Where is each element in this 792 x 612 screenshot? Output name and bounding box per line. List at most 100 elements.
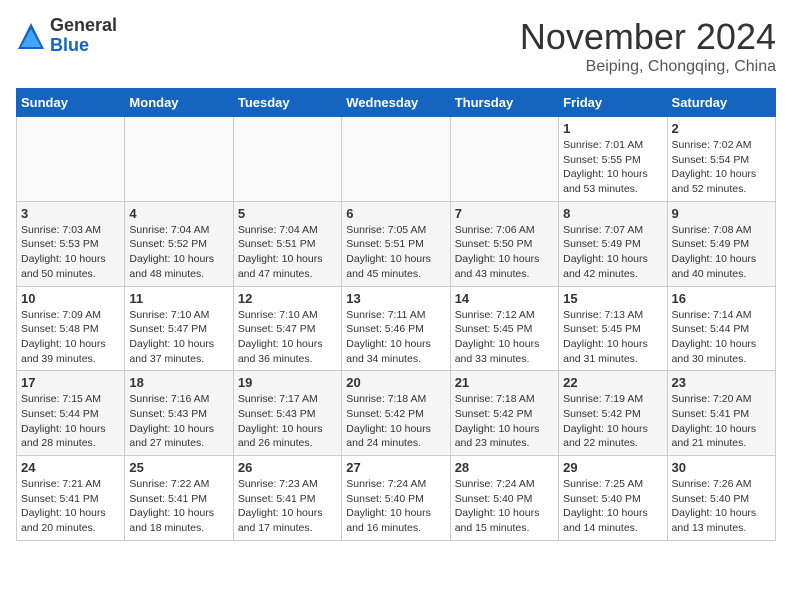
day-info: Sunrise: 7:13 AM bbox=[563, 308, 662, 323]
day-number: 26 bbox=[238, 460, 337, 475]
calendar-cell: 8Sunrise: 7:07 AMSunset: 5:49 PMDaylight… bbox=[559, 201, 667, 286]
calendar-cell: 18Sunrise: 7:16 AMSunset: 5:43 PMDayligh… bbox=[125, 371, 233, 456]
page-header: General Blue November 2024 Beiping, Chon… bbox=[16, 16, 776, 76]
location-text: Beiping, Chongqing, China bbox=[520, 58, 776, 76]
day-info: Sunrise: 7:06 AM bbox=[455, 223, 554, 238]
day-info: Sunrise: 7:01 AM bbox=[563, 138, 662, 153]
day-info: Sunrise: 7:08 AM bbox=[672, 223, 771, 238]
day-info: Sunrise: 7:03 AM bbox=[21, 223, 120, 238]
calendar-cell: 11Sunrise: 7:10 AMSunset: 5:47 PMDayligh… bbox=[125, 286, 233, 371]
day-info: Sunrise: 7:12 AM bbox=[455, 308, 554, 323]
calendar-cell: 28 Sunrise: 7:24 AMSunset: 5:40 PMDayligh… bbox=[450, 456, 558, 541]
day-number: 4 bbox=[129, 206, 228, 221]
day-number: 5 bbox=[238, 206, 337, 221]
weekday-header: Monday bbox=[125, 89, 233, 117]
calendar-cell: 29Sunrise: 7:25 AMSunset: 5:40 PMDayligh… bbox=[559, 456, 667, 541]
day-info: Sunrise: 7:11 AM bbox=[346, 308, 445, 323]
day-number: 28 bbox=[455, 460, 554, 475]
calendar-cell: 15Sunrise: 7:13 AMSunset: 5:45 PMDayligh… bbox=[559, 286, 667, 371]
day-info: Sunset: 5:41 PM bbox=[129, 492, 228, 507]
day-info: Daylight: 10 hours and 31 minutes. bbox=[563, 337, 662, 366]
title-block: November 2024 Beiping, Chongqing, China bbox=[520, 16, 776, 76]
day-info: Daylight: 10 hours and 33 minutes. bbox=[455, 337, 554, 366]
calendar-cell: 5Sunrise: 7:04 AMSunset: 5:51 PMDaylight… bbox=[233, 201, 341, 286]
day-info: Sunset: 5:52 PM bbox=[129, 237, 228, 252]
day-number: 27 bbox=[346, 460, 445, 475]
day-info: Sunset: 5:53 PM bbox=[21, 237, 120, 252]
calendar-cell: 17Sunrise: 7:15 AMSunset: 5:44 PMDayligh… bbox=[17, 371, 125, 456]
day-info: Sunrise: 7:22 AM bbox=[129, 477, 228, 492]
day-info: Sunrise: 7:23 AM bbox=[238, 477, 337, 492]
day-info: Daylight: 10 hours and 15 minutes. bbox=[455, 506, 554, 535]
calendar-cell: 22Sunrise: 7:19 AMSunset: 5:42 PMDayligh… bbox=[559, 371, 667, 456]
calendar-cell: 21Sunrise: 7:18 AMSunset: 5:42 PMDayligh… bbox=[450, 371, 558, 456]
day-info: Sunrise: 7:04 AM bbox=[129, 223, 228, 238]
day-number: 14 bbox=[455, 291, 554, 306]
day-number: 24 bbox=[21, 460, 120, 475]
day-info: Sunrise: 7:24 AM bbox=[346, 477, 445, 492]
day-number: 10 bbox=[21, 291, 120, 306]
day-info: Sunset: 5:40 PM bbox=[672, 492, 771, 507]
calendar-cell: 3 Sunrise: 7:03 AMSunset: 5:53 PMDaylight… bbox=[17, 201, 125, 286]
day-info: Sunset: 5:55 PM bbox=[563, 153, 662, 168]
day-info: Daylight: 10 hours and 22 minutes. bbox=[563, 422, 662, 451]
day-info: Daylight: 10 hours and 26 minutes. bbox=[238, 422, 337, 451]
day-info: Daylight: 10 hours and 47 minutes. bbox=[238, 252, 337, 281]
calendar-cell: 20Sunrise: 7:18 AMSunset: 5:42 PMDayligh… bbox=[342, 371, 450, 456]
day-info: Daylight: 10 hours and 52 minutes. bbox=[672, 167, 771, 196]
day-info: Sunset: 5:48 PM bbox=[21, 322, 120, 337]
day-info: Sunrise: 7:09 AM bbox=[21, 308, 120, 323]
day-info: Sunset: 5:44 PM bbox=[672, 322, 771, 337]
day-info: Sunrise: 7:24 AM bbox=[455, 477, 554, 492]
day-info: Sunset: 5:45 PM bbox=[563, 322, 662, 337]
day-info: Sunrise: 7:07 AM bbox=[563, 223, 662, 238]
day-info: Sunrise: 7:02 AM bbox=[672, 138, 771, 153]
day-info: Sunset: 5:47 PM bbox=[129, 322, 228, 337]
day-info: Sunset: 5:54 PM bbox=[672, 153, 771, 168]
calendar-cell: 9Sunrise: 7:08 AMSunset: 5:49 PMDaylight… bbox=[667, 201, 775, 286]
day-info: Sunrise: 7:05 AM bbox=[346, 223, 445, 238]
day-number: 13 bbox=[346, 291, 445, 306]
day-info: Sunrise: 7:14 AM bbox=[672, 308, 771, 323]
calendar-cell: 23Sunrise: 7:20 AMSunset: 5:41 PMDayligh… bbox=[667, 371, 775, 456]
day-info: Daylight: 10 hours and 53 minutes. bbox=[563, 167, 662, 196]
day-number: 3 bbox=[21, 206, 120, 221]
logo-general-text: General bbox=[50, 16, 117, 36]
day-info: Daylight: 10 hours and 18 minutes. bbox=[129, 506, 228, 535]
day-number: 16 bbox=[672, 291, 771, 306]
day-info: Daylight: 10 hours and 13 minutes. bbox=[672, 506, 771, 535]
day-number: 19 bbox=[238, 375, 337, 390]
day-info: Sunset: 5:41 PM bbox=[672, 407, 771, 422]
day-info: Sunrise: 7:10 AM bbox=[238, 308, 337, 323]
day-info: Daylight: 10 hours and 23 minutes. bbox=[455, 422, 554, 451]
calendar-cell bbox=[17, 117, 125, 202]
calendar-cell bbox=[125, 117, 233, 202]
calendar-cell: 10Sunrise: 7:09 AMSunset: 5:48 PMDayligh… bbox=[17, 286, 125, 371]
day-info: Sunrise: 7:10 AM bbox=[129, 308, 228, 323]
day-info: Sunset: 5:50 PM bbox=[455, 237, 554, 252]
weekday-header: Tuesday bbox=[233, 89, 341, 117]
day-info: Daylight: 10 hours and 27 minutes. bbox=[129, 422, 228, 451]
day-info: Sunset: 5:43 PM bbox=[238, 407, 337, 422]
day-info: Daylight: 10 hours and 50 minutes. bbox=[21, 252, 120, 281]
day-info: Sunset: 5:43 PM bbox=[129, 407, 228, 422]
day-info: Daylight: 10 hours and 48 minutes. bbox=[129, 252, 228, 281]
day-info: Daylight: 10 hours and 43 minutes. bbox=[455, 252, 554, 281]
weekday-header: Sunday bbox=[17, 89, 125, 117]
day-number: 17 bbox=[21, 375, 120, 390]
day-info: Sunrise: 7:16 AM bbox=[129, 392, 228, 407]
day-info: Sunset: 5:40 PM bbox=[455, 492, 554, 507]
day-info: Sunset: 5:42 PM bbox=[346, 407, 445, 422]
day-info: Sunset: 5:42 PM bbox=[563, 407, 662, 422]
calendar-cell: 1Sunrise: 7:01 AMSunset: 5:55 PMDaylight… bbox=[559, 117, 667, 202]
day-info: Daylight: 10 hours and 14 minutes. bbox=[563, 506, 662, 535]
calendar-cell: 25Sunrise: 7:22 AMSunset: 5:41 PMDayligh… bbox=[125, 456, 233, 541]
day-number: 30 bbox=[672, 460, 771, 475]
day-info: Sunset: 5:45 PM bbox=[455, 322, 554, 337]
day-info: Sunset: 5:41 PM bbox=[21, 492, 120, 507]
day-info: Daylight: 10 hours and 45 minutes. bbox=[346, 252, 445, 281]
calendar-cell: 16Sunrise: 7:14 AMSunset: 5:44 PMDayligh… bbox=[667, 286, 775, 371]
day-info: Sunset: 5:47 PM bbox=[238, 322, 337, 337]
day-info: Sunset: 5:49 PM bbox=[672, 237, 771, 252]
calendar-cell bbox=[450, 117, 558, 202]
